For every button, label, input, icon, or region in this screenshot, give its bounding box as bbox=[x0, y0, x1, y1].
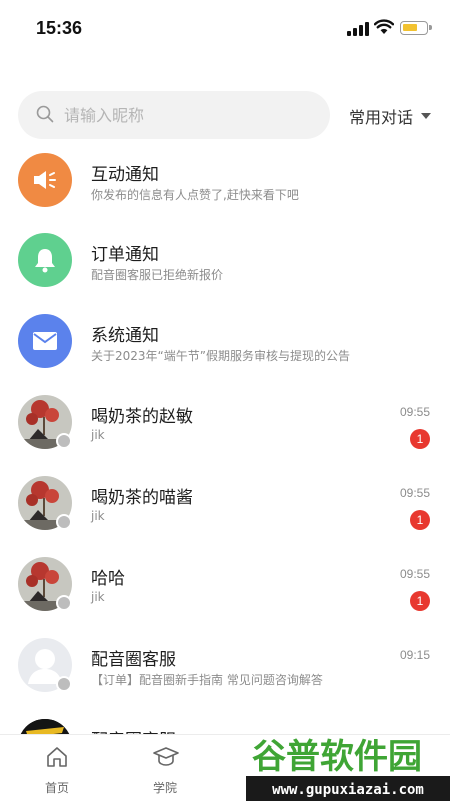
signal-icon bbox=[347, 22, 369, 36]
unread-badge: 1 bbox=[410, 429, 430, 449]
conversation-title: 喝奶茶的赵敏 bbox=[91, 407, 193, 427]
search-bar[interactable] bbox=[18, 91, 330, 139]
conversation-time: 09:15 bbox=[399, 648, 430, 662]
status-bar: 15:36 bbox=[0, 0, 450, 56]
conversation-title: 系统通知 bbox=[91, 326, 159, 346]
offline-status-dot bbox=[56, 514, 72, 530]
offline-status-dot bbox=[56, 676, 72, 692]
search-icon bbox=[36, 105, 54, 123]
conversation-preview: 关于2023年“端午节”假期服务审核与提现的公告 bbox=[91, 349, 350, 363]
conversation-item-system[interactable]: 系统通知 关于2023年“端午节”假期服务审核与提现的公告 bbox=[0, 307, 450, 388]
battery-icon bbox=[400, 21, 432, 35]
search-input[interactable] bbox=[64, 91, 314, 139]
svg-text:www.gupuxiazai.com: www.gupuxiazai.com bbox=[272, 782, 424, 798]
conversation-preview: 你发布的信息有人点赞了,赶快来看下吧 bbox=[91, 188, 299, 202]
tab-label: 首页 bbox=[44, 781, 69, 795]
svg-text:谷普软件园: 谷普软件园 bbox=[252, 737, 422, 777]
conversation-time: 09:55 bbox=[399, 486, 430, 500]
conversation-item-interaction[interactable]: 互动通知 你发布的信息有人点赞了,赶快来看下吧 bbox=[0, 146, 450, 227]
offline-status-dot bbox=[56, 433, 72, 449]
conversation-preview: 配音圈客服已拒绝新报价 bbox=[91, 268, 224, 282]
caret-down-icon bbox=[421, 113, 432, 119]
tab-academy[interactable]: 学院 bbox=[120, 735, 210, 801]
conversation-item-user[interactable]: 喝奶茶的赵敏 jik 09:55 1 bbox=[0, 388, 450, 469]
offline-status-dot bbox=[56, 595, 72, 611]
service-avatar bbox=[18, 719, 72, 734]
conversation-preview: jik bbox=[91, 428, 105, 442]
unread-badge: 1 bbox=[410, 510, 430, 530]
watermark-logo: 谷普软件园 www.gupuxiazai.com bbox=[246, 737, 450, 801]
conversation-filter-label: 常用对话 bbox=[349, 108, 414, 127]
bell-icon bbox=[18, 233, 72, 287]
conversation-filter-dropdown[interactable]: 常用对话 bbox=[349, 104, 432, 128]
conversation-title: 哈哈 bbox=[91, 569, 125, 589]
conversation-title: 配音圈客服 bbox=[91, 650, 176, 670]
unread-badge: 1 bbox=[410, 591, 430, 611]
mail-icon bbox=[18, 314, 72, 368]
conversation-title: 订单通知 bbox=[91, 245, 159, 265]
conversation-title: 互动通知 bbox=[91, 165, 159, 185]
conversation-preview: jik bbox=[91, 590, 105, 604]
conversation-item-order[interactable]: 订单通知 配音圈客服已拒绝新报价 bbox=[0, 226, 450, 307]
conversation-item-service[interactable]: 配音圈客服 【订单】配音圈新手指南 常见问题咨询解答 09:15 bbox=[0, 631, 450, 712]
conversation-list[interactable]: 互动通知 你发布的信息有人点赞了,赶快来看下吧 订单通知 配音圈客服已拒绝新报价… bbox=[0, 146, 450, 734]
status-time: 15:36 bbox=[36, 18, 83, 38]
conversation-time: 09:55 bbox=[399, 405, 430, 419]
conversation-time: 09:55 bbox=[399, 567, 430, 581]
conversation-preview: 【订单】配音圈新手指南 常见问题咨询解答 bbox=[91, 673, 323, 687]
graduation-cap-icon bbox=[153, 747, 179, 766]
conversation-title: 喝奶茶的喵酱 bbox=[91, 488, 193, 508]
tab-label: 学院 bbox=[152, 781, 177, 795]
speaker-icon bbox=[18, 153, 72, 207]
conversation-item-user[interactable]: 哈哈 jik 09:55 1 bbox=[0, 550, 450, 631]
home-icon bbox=[47, 747, 67, 767]
tab-home[interactable]: 首页 bbox=[12, 735, 102, 801]
wifi-icon bbox=[374, 19, 394, 34]
conversation-item-user[interactable]: 喝奶茶的喵酱 jik 09:55 1 bbox=[0, 469, 450, 550]
conversation-title: 配音圈客服 bbox=[91, 726, 176, 734]
conversation-preview: jik bbox=[91, 509, 105, 523]
